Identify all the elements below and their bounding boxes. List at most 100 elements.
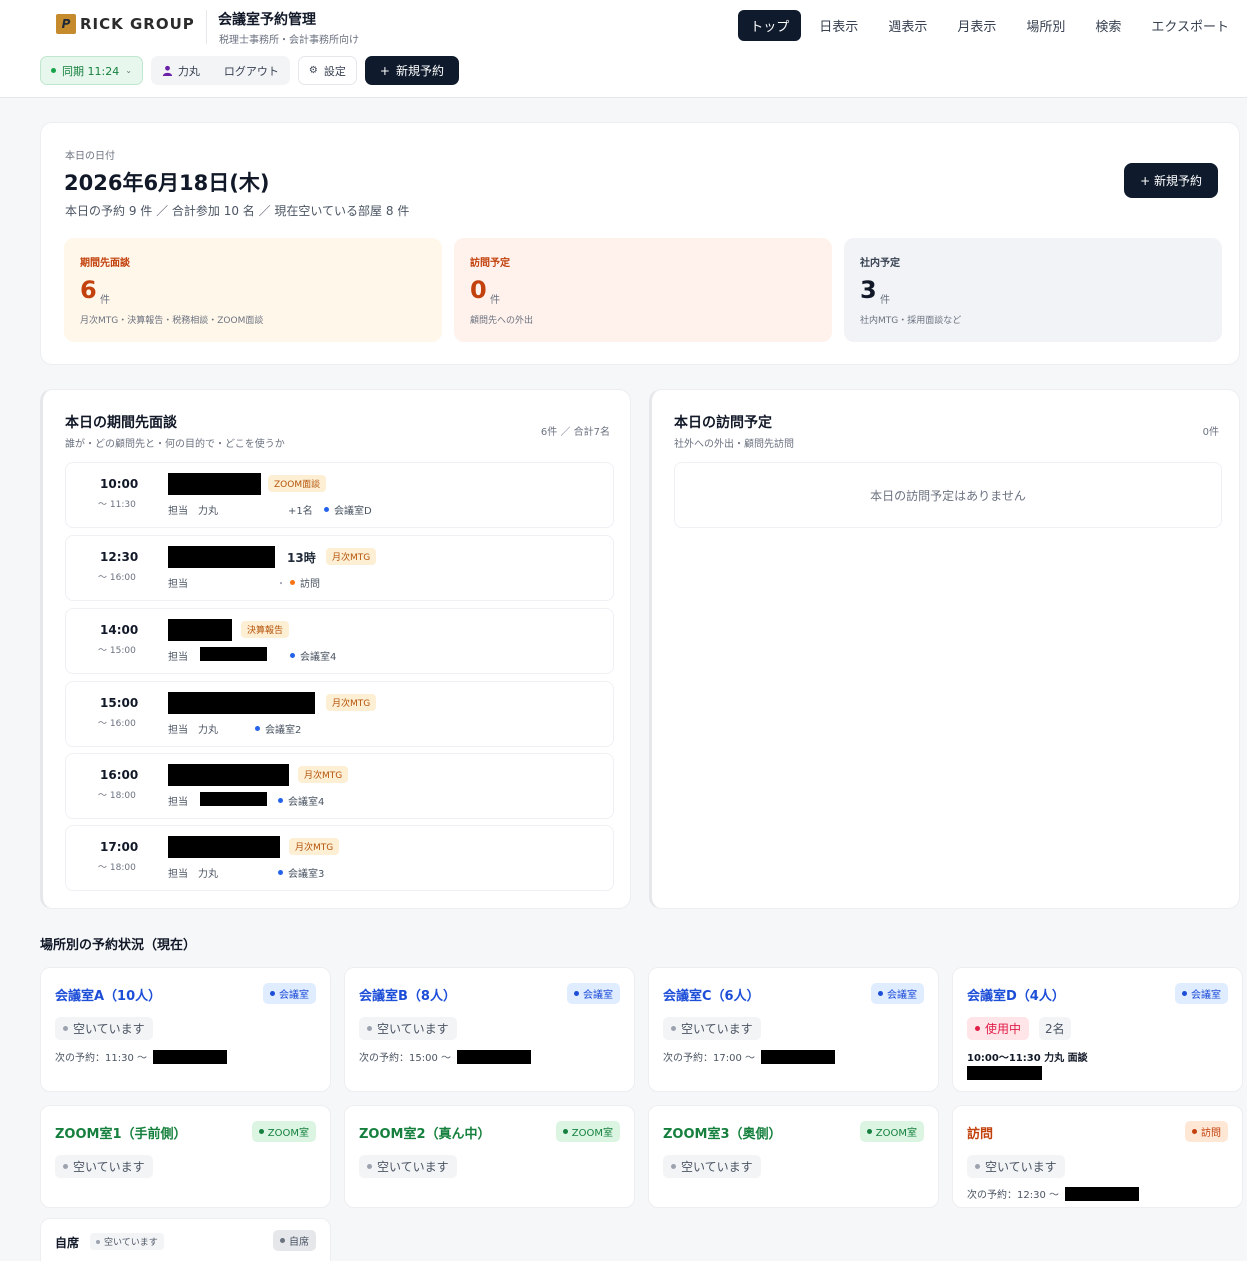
- sync-dot-icon: [51, 68, 56, 73]
- location-type-badge: 会議室: [871, 983, 924, 1004]
- location-status-label: 空いています: [681, 1160, 753, 1174]
- location-card-visit[interactable]: 訪問 訪問 空いています 次の予約：12:30 〜: [952, 1105, 1243, 1208]
- room-dot-icon: [290, 580, 295, 585]
- appointment-item[interactable]: 16:00 〜 18:00 月次MTG 担当 会議室4: [65, 753, 614, 819]
- location-status: 空いています: [967, 1155, 1065, 1178]
- client-name-redacted: [168, 692, 315, 714]
- nav-day[interactable]: 日表示: [807, 10, 870, 41]
- today-stats: 本日の予約 9 件 ／ 合計参加 10 名 ／ 現在空いている部屋 8 件: [65, 204, 410, 218]
- appt-room: 会議室4: [290, 648, 336, 663]
- location-card-zoom-3[interactable]: ZOOM室3（奥側） ZOOM室 空いています: [648, 1105, 939, 1208]
- nav-top[interactable]: トップ: [738, 10, 802, 41]
- user-icon: [162, 65, 172, 76]
- location-card-zoom-1[interactable]: ZOOM室1（手前側） ZOOM室 空いています: [40, 1105, 331, 1208]
- badge-dot-icon: [1192, 1129, 1197, 1134]
- location-status-label: 空いています: [73, 1160, 145, 1174]
- location-next: 次の予約：12:30 〜: [967, 1186, 1139, 1201]
- location-next-label: 次の予約：17:00 〜: [663, 1053, 755, 1064]
- nav-week[interactable]: 週表示: [876, 10, 939, 41]
- location-card-desk[interactable]: 自席 空いています 自席: [40, 1218, 331, 1261]
- nav-search[interactable]: 検索: [1083, 10, 1133, 41]
- nav-location[interactable]: 場所別: [1014, 10, 1077, 41]
- sync-label: 同期 11:24: [62, 64, 120, 78]
- new-reservation-label: 新規予約: [395, 64, 444, 78]
- appointment-item[interactable]: 14:00 〜 15:00 決算報告 担当 会議室4: [65, 608, 614, 674]
- location-card-room-d[interactable]: 会議室D（4人） 会議室 使用中 2名 10:00〜11:30 力丸 面談: [952, 967, 1243, 1092]
- sync-button[interactable]: 同期 11:24 ⌄: [40, 56, 143, 85]
- location-name: 会議室B（8人）: [359, 989, 456, 1004]
- nav-export[interactable]: エクスポート: [1139, 10, 1241, 41]
- staff-name-redacted: [200, 792, 267, 806]
- summary-new-reservation-button[interactable]: + 新規予約: [1124, 163, 1218, 198]
- appointment-item[interactable]: 12:30 〜 16:00 13時 月次MTG 担当 ・ 訪問: [65, 535, 614, 601]
- stat-internal[interactable]: 社内予定 3 件 社内MTG・採用面談など: [844, 238, 1222, 342]
- location-type-label: ZOOM室: [571, 1128, 613, 1139]
- location-status-label: 使用中: [985, 1022, 1022, 1036]
- location-card-room-a[interactable]: 会議室A（10人） 会議室 空いています 次の予約：11:30 〜: [40, 967, 331, 1092]
- location-status-label: 空いています: [73, 1022, 145, 1036]
- toolbar: 同期 11:24 ⌄ 力丸 ログアウト ⚙ 設定 + 新規予約: [40, 56, 459, 85]
- stat-unit: 件: [100, 295, 110, 306]
- app-title: 会議室予約管理: [218, 12, 316, 28]
- appointment-item[interactable]: 17:00 〜 18:00 月次MTG 担当 力丸 会議室3: [65, 825, 614, 891]
- location-type-badge: 自席: [273, 1230, 316, 1251]
- new-reservation-button[interactable]: + 新規予約: [364, 56, 459, 85]
- meetings-count: 6件 ／ 合計7名: [540, 427, 610, 438]
- appt-end: 〜 15:00: [98, 646, 136, 656]
- next-client-redacted: [761, 1049, 835, 1064]
- stat-desc: 社内MTG・採用面談など: [860, 316, 962, 326]
- user-name: 力丸: [177, 64, 200, 78]
- location-next: 次の予約：17:00 〜: [663, 1049, 835, 1064]
- location-card-room-c[interactable]: 会議室C（6人） 会議室 空いています 次の予約：17:00 〜: [648, 967, 939, 1092]
- location-type-label: 会議室: [1191, 990, 1221, 1001]
- staff-name-redacted: [200, 647, 267, 661]
- appt-end: 〜 18:00: [98, 791, 136, 801]
- appt-room-label: 訪問: [300, 579, 320, 590]
- stat-client-meetings[interactable]: 期間先面談 6 件 月次MTG・決算報告・税務相談・ZOOM面談: [64, 238, 442, 342]
- location-next: 次の予約：15:00 〜: [359, 1049, 531, 1064]
- appt-start: 12:30: [100, 550, 139, 564]
- client-name-redacted: [168, 764, 289, 786]
- location-type-label: ZOOM室: [875, 1128, 917, 1139]
- gear-icon: ⚙: [308, 65, 318, 76]
- location-type-badge: ZOOM室: [251, 1121, 316, 1142]
- location-name: 会議室D（4人）: [967, 989, 1065, 1004]
- status-dot-icon: [671, 1164, 676, 1169]
- appt-room: 訪問: [290, 575, 320, 590]
- appt-room-label: 会議室D: [334, 506, 372, 517]
- room-dot-icon: [290, 653, 295, 658]
- nav-month[interactable]: 月表示: [945, 10, 1008, 41]
- current-client-redacted: [967, 1066, 1042, 1080]
- appt-staff: 担当: [168, 652, 188, 663]
- status-dot-icon: [63, 1026, 68, 1031]
- logout-button[interactable]: ログアウト: [224, 63, 279, 79]
- badge-dot-icon: [574, 991, 579, 996]
- location-status: 空いています: [663, 1155, 761, 1178]
- user-button[interactable]: 力丸: [162, 63, 200, 79]
- appt-end: 〜 18:00: [98, 863, 136, 873]
- badge-dot-icon: [258, 1129, 264, 1134]
- appt-tag: 月次MTG: [289, 838, 340, 855]
- today-label: 本日の日付: [65, 151, 115, 162]
- badge-dot-icon: [1182, 991, 1187, 996]
- location-card-room-b[interactable]: 会議室B（8人） 会議室 空いています 次の予約：15:00 〜: [344, 967, 635, 1092]
- location-type-label: ZOOM室: [267, 1128, 309, 1139]
- logo[interactable]: P RICK GROUP: [56, 14, 195, 34]
- stat-visits[interactable]: 訪問予定 0 件 顧問先への外出: [454, 238, 832, 342]
- appointment-item[interactable]: 15:00 〜 16:00 月次MTG 担当 力丸 会議室2: [65, 681, 614, 747]
- main-nav: トップ 日表示 週表示 月表示 場所別 検索 エクスポート: [738, 10, 1241, 41]
- location-type-badge: 訪問: [1185, 1121, 1228, 1142]
- client-name-redacted: [168, 619, 232, 641]
- settings-button[interactable]: ⚙ 設定: [297, 56, 357, 85]
- locations-title: 場所別の予約状況（現在）: [40, 938, 197, 953]
- location-name: 訪問: [967, 1127, 994, 1142]
- logo-text: RICK GROUP: [80, 15, 195, 33]
- logo-mark: P: [56, 14, 76, 34]
- appointment-item[interactable]: 10:00 〜 11:30 ZOOM面談 担当 力丸 +1名 会議室D: [65, 462, 614, 528]
- user-menu: 力丸 ログアウト: [150, 56, 290, 85]
- appt-start: 15:00: [100, 696, 139, 710]
- location-type-label: 自席: [289, 1237, 309, 1248]
- appt-note: 13時: [287, 551, 316, 565]
- location-card-zoom-2[interactable]: ZOOM室2（真ん中） ZOOM室 空いています: [344, 1105, 635, 1208]
- location-name: ZOOM室3（奥側）: [663, 1127, 782, 1142]
